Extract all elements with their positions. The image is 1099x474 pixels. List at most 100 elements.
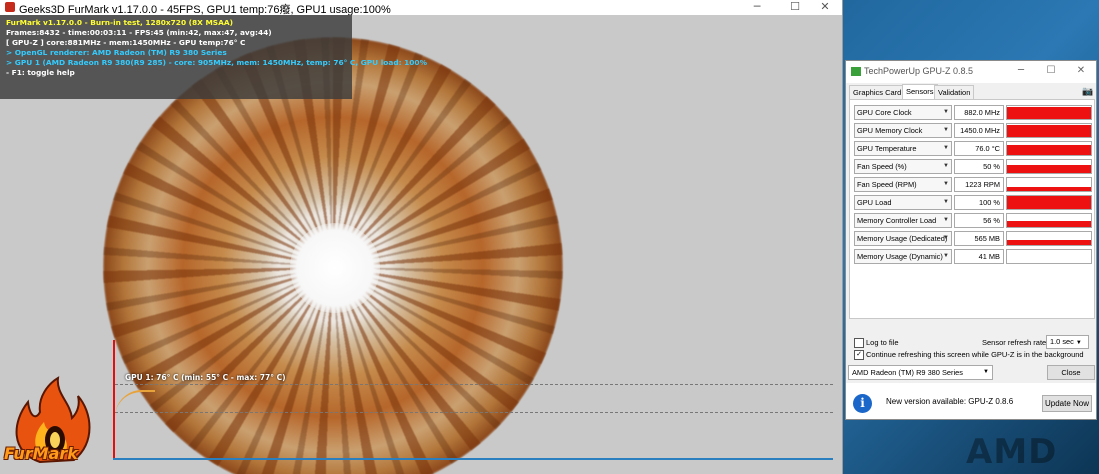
dropdown-arrow-icon: ▼ (943, 145, 949, 151)
graph-min-line (115, 412, 833, 413)
sensor-name-dropdown[interactable]: GPU Core Clock ▼ (854, 105, 952, 120)
sensor-graph (1006, 159, 1092, 174)
sensor-value: 1450.0 MHz (954, 123, 1004, 138)
sensor-name-dropdown[interactable]: Fan Speed (RPM) ▼ (854, 177, 952, 192)
furmark-app-icon (5, 2, 15, 12)
info-icon: i (853, 394, 872, 413)
refresh-rate-select[interactable]: 1.0 sec ▼ (1046, 335, 1089, 349)
furmark-hud-overlay: FurMark v1.17.0.0 - Burn-in test, 1280x7… (0, 15, 427, 99)
fur-donut-hole (290, 223, 380, 313)
tab-validation[interactable]: Validation (934, 85, 975, 99)
sensor-row: GPU Core Clock ▼ 882.0 MHz (854, 105, 1092, 120)
sensor-graph (1006, 249, 1092, 264)
close-button[interactable]: Close (1047, 365, 1095, 380)
log-to-file-checkbox[interactable] (854, 338, 864, 348)
dropdown-arrow-icon: ▼ (943, 109, 949, 115)
sensor-value: 41 MB (954, 249, 1004, 264)
sensor-row: Memory Controller Load ▼ 56 % (854, 213, 1092, 228)
furmark-logo: FurMark (0, 372, 104, 466)
sensor-value: 56 % (954, 213, 1004, 228)
sensor-graph-fill (1007, 187, 1091, 191)
sensor-graph-fill (1007, 165, 1091, 173)
temperature-graph: GPU 1: 76° C (min: 55° C - max: 77° C) (113, 340, 833, 460)
sensor-graph (1006, 141, 1092, 156)
continue-refresh-checkbox[interactable]: ✓ (854, 350, 864, 360)
gpuz-window-title: TechPowerUp GPU-Z 0.8.5 (864, 66, 974, 76)
sensor-row: Memory Usage (Dynamic) ▼ 41 MB (854, 249, 1092, 264)
dropdown-arrow-icon: ▼ (943, 181, 949, 187)
sensor-graph (1006, 213, 1092, 228)
sensor-name-dropdown[interactable]: GPU Load ▼ (854, 195, 952, 210)
sensor-value: 50 % (954, 159, 1004, 174)
hud-renderer-line: > OpenGL renderer: AMD Radeon (TM) R9 38… (6, 48, 227, 57)
sensor-graph-fill (1007, 240, 1091, 245)
hud-gpu-line: > GPU 1 (AMD Radeon R9 380(R9 285) - cor… (6, 58, 427, 67)
sensor-value: 565 MB (954, 231, 1004, 246)
close-icon[interactable]: ✕ (1066, 64, 1096, 79)
sensor-graph (1006, 231, 1092, 246)
sensor-graph-fill (1007, 196, 1091, 209)
sensor-graph-fill (1007, 221, 1091, 227)
graph-y-axis (113, 340, 115, 458)
sensor-value: 882.0 MHz (954, 105, 1004, 120)
continue-refresh-label: Continue refreshing this screen while GP… (866, 350, 1084, 359)
maximize-icon[interactable]: ☐ (778, 0, 812, 15)
amd-logo-watermark: AMD (966, 432, 1058, 472)
sensor-name-dropdown[interactable]: Fan Speed (%) ▼ (854, 159, 952, 174)
hud-title-line: FurMark v1.17.0.0 - Burn-in test, 1280x7… (6, 18, 233, 27)
gpuz-app-icon (851, 67, 861, 76)
dropdown-arrow-icon: ▼ (943, 217, 949, 223)
camera-icon[interactable]: 📷 (1082, 86, 1093, 97)
update-now-button[interactable]: Update Now (1042, 395, 1092, 412)
hud-gpuz-line: [ GPU-Z ] core:881MHz - mem:1450MHz - GP… (6, 38, 246, 47)
sensor-row: Fan Speed (RPM) ▼ 1223 RPM (854, 177, 1092, 192)
sensor-row: Memory Usage (Dedicated) ▼ 565 MB (854, 231, 1092, 246)
dropdown-arrow-icon: ▼ (943, 253, 949, 259)
dropdown-arrow-icon: ▼ (943, 127, 949, 133)
temperature-curve (115, 390, 155, 417)
sensor-graph (1006, 177, 1092, 192)
sensor-name-dropdown[interactable]: Memory Usage (Dedicated) ▼ (854, 231, 952, 246)
furmark-logo-text: FurMark (4, 444, 78, 463)
close-icon[interactable]: ✕ (808, 0, 842, 15)
sensor-graph-fill (1007, 125, 1091, 137)
tab-graphics-card[interactable]: Graphics Card (849, 85, 906, 99)
gpuz-title-bar[interactable]: TechPowerUp GPU-Z 0.8.5 ─ ☐ ✕ (846, 61, 1096, 83)
sensor-value: 100 % (954, 195, 1004, 210)
sensor-name-dropdown[interactable]: GPU Temperature ▼ (854, 141, 952, 156)
sensor-name-dropdown[interactable]: GPU Memory Clock ▼ (854, 123, 952, 138)
dropdown-arrow-icon: ▼ (943, 199, 949, 205)
update-notification: i New version available: GPU-Z 0.8.6 Upd… (845, 383, 1097, 420)
sensor-name-dropdown[interactable]: Memory Controller Load ▼ (854, 213, 952, 228)
sensor-row: GPU Temperature ▼ 76.0 °C (854, 141, 1092, 156)
sensor-value: 76.0 °C (954, 141, 1004, 156)
sensor-name-dropdown[interactable]: Memory Usage (Dynamic) ▼ (854, 249, 952, 264)
graph-x-axis (113, 458, 833, 460)
graph-max-line (115, 384, 833, 385)
furmark-window: Geeks3D FurMark v1.17.0.0 - 45FPS, GPU1 … (0, 0, 843, 474)
sensor-row: GPU Load ▼ 100 % (854, 195, 1092, 210)
dropdown-arrow-icon: ▼ (943, 235, 949, 241)
dropdown-arrow-icon: ▼ (1075, 340, 1082, 346)
hud-help-line: - F1: toggle help (6, 68, 75, 77)
sensor-row: Fan Speed (%) ▼ 50 % (854, 159, 1092, 174)
sensor-row: GPU Memory Clock ▼ 1450.0 MHz (854, 123, 1092, 138)
sensor-graph-fill (1007, 107, 1091, 119)
gpuz-window: TechPowerUp GPU-Z 0.8.5 ─ ☐ ✕ Graphics C… (845, 60, 1097, 384)
maximize-icon[interactable]: ☐ (1036, 64, 1066, 79)
hud-frames-line: Frames:8432 - time:00:03:11 - FPS:45 (mi… (6, 28, 272, 37)
log-to-file-label: Log to file (866, 338, 899, 347)
graph-label: GPU 1: 76° C (min: 55° C - max: 77° C) (125, 373, 286, 382)
minimize-icon[interactable]: ─ (1006, 64, 1036, 79)
sensor-graph (1006, 195, 1092, 210)
gpu-select[interactable]: AMD Radeon (TM) R9 380 Series ▼ (848, 365, 993, 380)
furmark-title-bar[interactable]: Geeks3D FurMark v1.17.0.0 - 45FPS, GPU1 … (0, 0, 842, 16)
dropdown-arrow-icon: ▼ (943, 163, 949, 169)
dropdown-arrow-icon: ▼ (983, 369, 989, 375)
minimize-icon[interactable]: ─ (740, 0, 774, 15)
sensors-panel: GPU Core Clock ▼ 882.0 MHz GPU Memory Clo… (849, 99, 1095, 319)
tab-sensors[interactable]: Sensors (902, 84, 938, 99)
sensor-graph-fill (1007, 145, 1091, 155)
sensor-value: 1223 RPM (954, 177, 1004, 192)
sensor-graph (1006, 123, 1092, 138)
